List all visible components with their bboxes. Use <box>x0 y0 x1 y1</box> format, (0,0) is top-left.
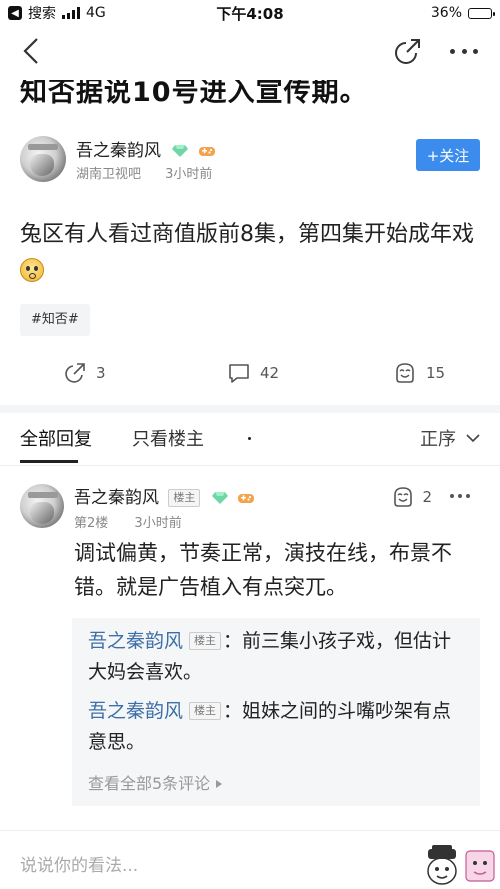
avatar[interactable] <box>20 484 64 528</box>
diamond-icon <box>172 145 189 157</box>
status-bar: ◀ 搜索 4G 下午4:08 36% <box>0 0 500 26</box>
tab-dot <box>248 437 251 440</box>
more-options-icon[interactable] <box>450 38 478 64</box>
sub-replies: 吾之秦韵风 楼主 ：前三集小孩子戏，但估计大妈会喜欢。 吾之秦韵风 楼主 ：姐妹之间的斗… <box>72 618 480 806</box>
comment-icon <box>229 364 249 383</box>
comment-action[interactable]: 42 <box>228 362 279 384</box>
nav-bar <box>0 26 500 78</box>
chevron-right-icon <box>216 780 223 788</box>
post-content-text: 兔区有人看过商值版前8集，第四集开始成年戏 <box>20 222 474 247</box>
shocked-emoji-icon <box>20 258 44 282</box>
post-time: 3小时前 <box>165 167 213 182</box>
comment-author[interactable]: 吾之秦韵风 <box>74 488 159 508</box>
back-arrow-icon[interactable] <box>18 36 46 66</box>
comment-like-button[interactable]: 2 <box>392 486 432 508</box>
share-icon[interactable] <box>394 37 422 65</box>
comment-meta: 第2楼 3小时前 <box>74 512 182 531</box>
author-name-row: 吾之秦韵风 <box>76 136 216 161</box>
post-actions: 3 42 15 <box>0 362 500 392</box>
share-action[interactable]: 3 <box>64 362 106 384</box>
view-all-label: 查看全部5条评论 <box>88 774 211 793</box>
author-source[interactable]: 湖南卫视吧 <box>76 167 141 182</box>
status-left: ◀ 搜索 4G <box>8 3 106 23</box>
owner-badge: 楼主 <box>189 702 222 720</box>
reply-tabs: 全部回复 只看楼主 正序 <box>0 413 500 466</box>
sort-label: 正序 <box>420 429 456 450</box>
tab-all-replies[interactable]: 全部回复 <box>20 425 92 451</box>
share-count: 3 <box>96 364 106 382</box>
back-to-app-icon[interactable]: ◀ <box>8 6 22 20</box>
like-face-icon <box>396 363 414 383</box>
comment-more-icon[interactable] <box>450 494 470 500</box>
bottom-input-bar: 说说你的看法... <box>0 830 500 889</box>
comment-time: 3小时前 <box>134 516 182 531</box>
battery-percent: 36% <box>430 5 462 21</box>
signal-icon <box>62 7 80 19</box>
comment-like-count: 2 <box>422 488 432 506</box>
comment-text: 调试偏黄，节奏正常，演技在线，布景不错。就是广告植入有点突兀。 <box>74 541 452 599</box>
post-content: 兔区有人看过商值版前8集，第四集开始成年戏 <box>20 216 482 292</box>
sticker-icon[interactable] <box>420 841 500 889</box>
gamepad-icon <box>238 494 255 503</box>
like-face-icon <box>394 487 413 507</box>
tab-owner-only[interactable]: 只看楼主 <box>132 425 204 451</box>
view-all-comments-link[interactable]: 查看全部5条评论 <box>88 770 223 794</box>
section-divider <box>0 405 500 413</box>
comment-author-row: 吾之秦韵风 楼主 <box>74 483 255 508</box>
post-author: 吾之秦韵风 湖南卫视吧 3小时前 +关注 <box>20 136 480 184</box>
owner-badge: 楼主 <box>189 632 222 650</box>
follow-button[interactable]: +关注 <box>416 139 480 171</box>
gamepad-icon <box>198 147 215 156</box>
diamond-icon <box>211 492 228 504</box>
like-count: 15 <box>426 364 446 382</box>
sort-dropdown[interactable]: 正序 <box>420 425 480 451</box>
author-meta: 湖南卫视吧 3小时前 <box>76 163 212 182</box>
reply-author[interactable]: 吾之秦韵风 <box>88 700 183 722</box>
network-label: 4G <box>86 5 106 21</box>
status-right: 36% <box>430 5 495 21</box>
battery-icon <box>468 7 495 19</box>
tab-underline <box>20 460 78 463</box>
reply-author[interactable]: 吾之秦韵风 <box>88 630 183 652</box>
repost-icon <box>65 363 85 383</box>
comment-floor: 第2楼 <box>74 516 109 531</box>
sub-reply: 吾之秦韵风 楼主 ：姐妹之间的斗嘴吵架有点意思。 <box>88 696 468 758</box>
topic-tag[interactable]: #知否# <box>20 304 90 336</box>
like-action[interactable]: 15 <box>394 362 445 384</box>
comment-count: 42 <box>260 364 280 382</box>
chevron-down-icon <box>466 434 480 443</box>
author-name[interactable]: 吾之秦韵风 <box>76 141 161 161</box>
comment-input[interactable]: 说说你的看法... <box>20 851 138 876</box>
sub-reply: 吾之秦韵风 楼主 ：前三集小孩子戏，但估计大妈会喜欢。 <box>88 626 468 688</box>
back-app-label[interactable]: 搜索 <box>28 3 56 23</box>
owner-badge: 楼主 <box>168 489 201 507</box>
avatar[interactable] <box>20 136 66 182</box>
